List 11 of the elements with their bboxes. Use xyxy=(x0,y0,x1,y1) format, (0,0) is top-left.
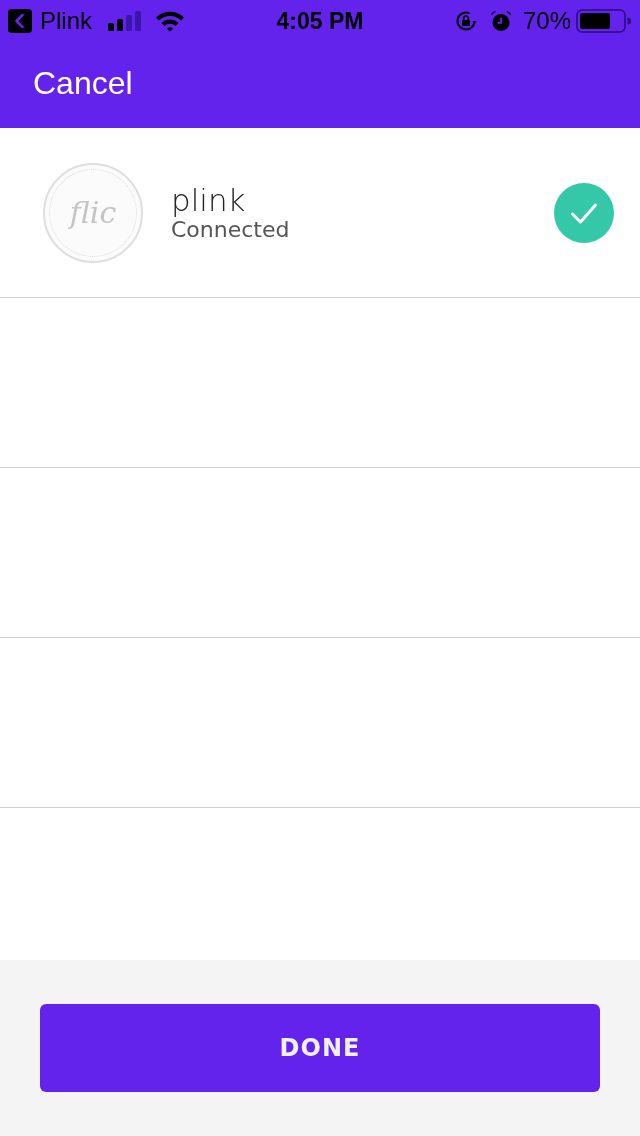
cancel-button[interactable]: Cancel xyxy=(33,64,133,102)
device-name: plink xyxy=(171,182,246,217)
alarm-clock-icon xyxy=(489,10,512,32)
battery-icon xyxy=(576,9,632,33)
battery-percent: 70% xyxy=(522,7,571,35)
wifi-icon xyxy=(155,10,186,32)
clock-time: 4:05 PM xyxy=(276,7,364,35)
signal-icon xyxy=(108,11,142,31)
device-status: Connected xyxy=(171,216,290,243)
done-button[interactable]: DONE xyxy=(40,1004,600,1092)
rotation-lock-icon xyxy=(453,9,478,33)
